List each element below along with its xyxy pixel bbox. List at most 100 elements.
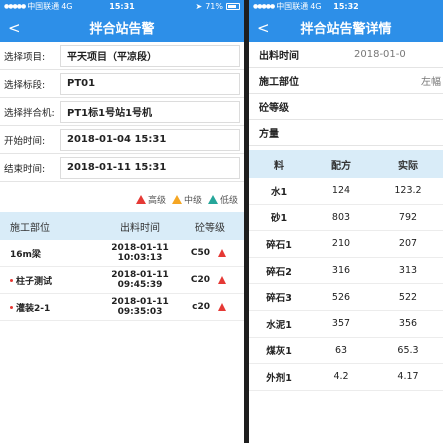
carrier-name: 中国联通 xyxy=(276,2,309,11)
table-row: 碎石3 526 522 xyxy=(249,284,443,311)
battery-icon xyxy=(226,3,240,10)
mixer-row: 选择拌合机: PT1标1号站1号机 xyxy=(0,98,244,126)
detail-label: 施工部位 xyxy=(259,77,299,88)
end-time-label: 结束时间: xyxy=(4,163,46,175)
header-time: 出料时间 xyxy=(120,222,160,234)
material-name: 碎石1 xyxy=(266,239,292,251)
row-part: 灌装2-1 xyxy=(0,301,90,314)
project-select[interactable]: 平天项目（平凉段） xyxy=(60,44,240,67)
row-grade: C20 xyxy=(190,275,230,285)
start-time-field[interactable]: 2018-01-04 15:31 xyxy=(60,128,240,151)
status-bar: ●●●●● 中国联通 4G 15:32 xyxy=(249,0,443,13)
recipe-value: 803 xyxy=(331,211,351,223)
legend-mid-label: 中级 xyxy=(183,195,202,206)
status-time: 15:32 xyxy=(333,2,359,11)
warning-high-icon xyxy=(218,249,226,257)
section-select[interactable]: PT01 xyxy=(60,72,240,95)
table-row: 水1 124 123.2 xyxy=(249,178,443,205)
page-title: 拌合站告警详情 xyxy=(300,22,392,37)
warning-high-icon xyxy=(218,303,226,311)
table-row[interactable]: 灌装2-1 2018-01-11 09:35:03 c20 xyxy=(0,294,244,321)
material-table-header: 料 配方 实际 xyxy=(249,150,443,178)
actual-value: 123.2 xyxy=(394,185,422,197)
row-part-text: 灌装2-1 xyxy=(16,303,51,314)
table-row: 碎石1 210 207 xyxy=(249,231,443,258)
project-row: 选择项目: 平天项目（平凉段） xyxy=(0,42,244,70)
alarm-detail-screen: ●●●●● 中国联通 4G 15:32 < 拌合站告警详情 出料时间 2018-… xyxy=(249,0,443,443)
warning-high-icon xyxy=(218,276,226,284)
actual-value: 792 xyxy=(398,211,418,223)
recipe-value: 124 xyxy=(331,185,351,197)
material-name: 外剂1 xyxy=(266,372,292,384)
back-button[interactable]: < xyxy=(257,19,270,37)
material-name: 砂1 xyxy=(270,213,288,225)
material-name: 水泥1 xyxy=(266,319,292,331)
location-icon: ➤ xyxy=(195,2,203,11)
material-name: 水1 xyxy=(270,186,288,198)
detail-value: 2018-01-0 xyxy=(354,49,406,60)
row-time: 2018-01-11 09:35:03 xyxy=(111,297,169,317)
actual-value: 4.17 xyxy=(397,371,419,383)
header-part: 施工部位 xyxy=(10,222,50,234)
table-row: 水泥1 357 356 xyxy=(249,311,443,338)
detail-row-volume: 方量 xyxy=(249,120,443,146)
start-time-label: 开始时间: xyxy=(4,135,46,147)
alarm-table-header: 施工部位 出料时间 砼等级 xyxy=(0,212,244,240)
recipe-value: 4.2 xyxy=(333,371,349,383)
material-name: 碎石3 xyxy=(266,293,292,305)
warning-mid-icon xyxy=(171,194,182,204)
signal-dots-icon: ●●●●● xyxy=(4,3,26,10)
row-part-text: 16m梁 xyxy=(10,249,41,260)
section-row: 选择标段: PT01 xyxy=(0,70,244,98)
nav-bar: < 拌合站告警 xyxy=(0,13,244,42)
header-actual: 实际 xyxy=(398,160,418,172)
table-row: 外剂1 4.2 4.17 xyxy=(249,364,443,391)
back-button[interactable]: < xyxy=(8,19,21,37)
detail-row-grade: 砼等级 xyxy=(249,94,443,120)
start-time-row: 开始时间: 2018-01-04 15:31 xyxy=(0,126,244,154)
recipe-value: 357 xyxy=(331,318,351,330)
signal-indicator: ●●●●● 中国联通 4G xyxy=(4,1,72,12)
alarm-legend: 高级 中级 低级 xyxy=(0,186,244,212)
recipe-value: 63 xyxy=(334,344,348,356)
status-bar: ●●●●● 中国联通 4G 15:31 ➤ 71% xyxy=(0,0,244,13)
table-row[interactable]: 16m梁 2018-01-11 10:03:13 C50 xyxy=(0,240,244,267)
end-time-row: 结束时间: 2018-01-11 15:31 xyxy=(0,154,244,182)
signal-dots-icon: ●●●●● xyxy=(253,3,275,10)
recipe-value: 316 xyxy=(331,265,351,277)
legend-low-label: 低级 xyxy=(219,195,238,206)
status-time: 15:31 xyxy=(109,2,135,11)
end-time-field[interactable]: 2018-01-11 15:31 xyxy=(60,156,240,179)
battery-percent: 71% xyxy=(205,2,223,11)
table-row[interactable]: 柱子测试 2018-01-11 09:45:39 C20 xyxy=(0,267,244,294)
legend-mid: 中级 xyxy=(171,193,202,206)
warning-high-icon xyxy=(135,194,146,204)
table-row: 碎石2 316 313 xyxy=(249,258,443,285)
page-title: 拌合站告警 xyxy=(89,22,155,37)
detail-row-part: 施工部位 左幅 xyxy=(249,68,443,94)
legend-high-label: 高级 xyxy=(147,195,166,206)
table-row: 煤灰1 63 65.3 xyxy=(249,338,443,365)
legend-high: 高级 xyxy=(135,193,166,206)
project-label: 选择项目: xyxy=(4,51,46,63)
row-part-text: 柱子测试 xyxy=(16,276,53,287)
actual-value: 65.3 xyxy=(397,344,419,356)
unread-dot-icon xyxy=(10,305,13,309)
signal-indicator: ●●●●● 中国联通 4G xyxy=(253,1,321,12)
row-grade-text: c20 xyxy=(192,302,210,312)
header-grade: 砼等级 xyxy=(195,222,225,234)
detail-row-time: 出料时间 2018-01-0 xyxy=(249,42,443,68)
mixer-select[interactable]: PT1标1号站1号机 xyxy=(60,100,240,123)
material-name: 碎石2 xyxy=(266,266,292,278)
section-label: 选择标段: xyxy=(4,79,46,91)
detail-value: 左幅 xyxy=(421,77,441,88)
mixer-label: 选择拌合机: xyxy=(4,107,55,119)
unread-dot-icon xyxy=(10,278,13,282)
alarm-list-screen: ●●●●● 中国联通 4G 15:31 ➤ 71% < 拌合站告警 选择项目: … xyxy=(0,0,244,443)
carrier-name: 中国联通 xyxy=(27,2,60,11)
row-part: 16m梁 xyxy=(0,247,90,260)
row-time: 2018-01-11 10:03:13 xyxy=(111,243,169,263)
header-material: 料 xyxy=(274,160,284,172)
recipe-value: 526 xyxy=(331,291,351,303)
actual-value: 522 xyxy=(398,291,418,303)
